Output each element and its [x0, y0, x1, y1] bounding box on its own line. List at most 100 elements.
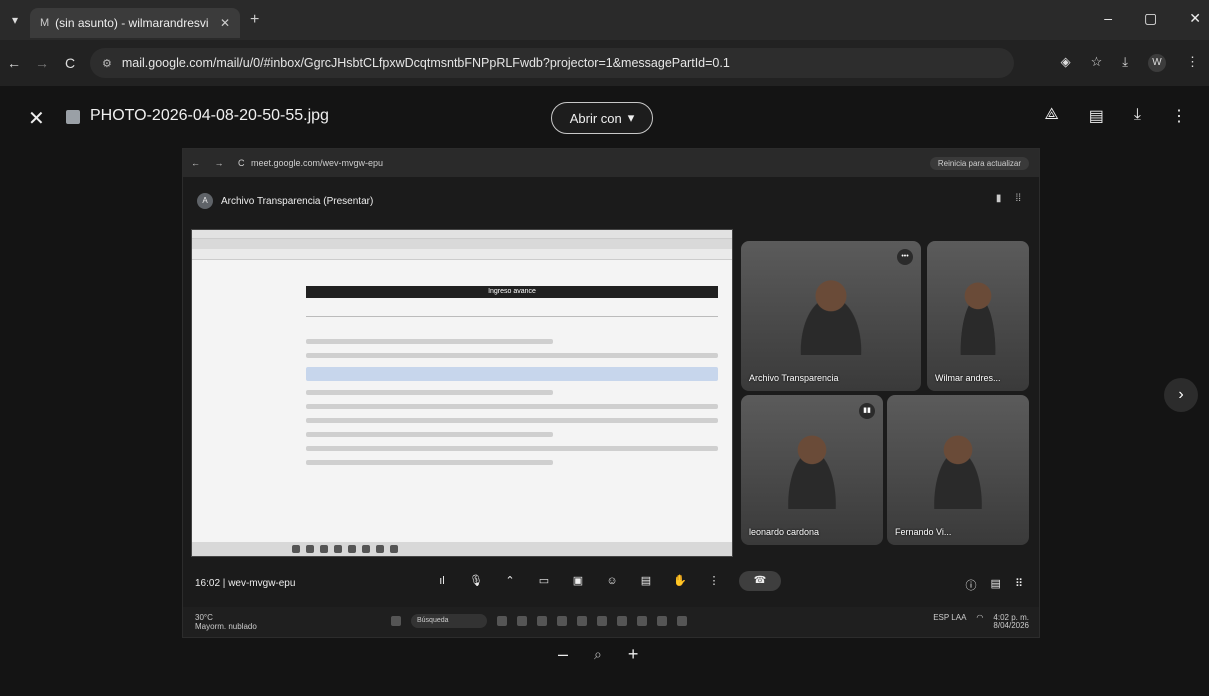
raise-hand-icon: ✋: [673, 575, 687, 587]
camera-icon: ▭: [538, 575, 550, 587]
participant-badge: ▮▮: [859, 403, 875, 419]
taskbar-date: 8/04/2026: [993, 621, 1029, 630]
shared-doc-tabs: [306, 302, 718, 317]
zoom-in-button[interactable]: +: [628, 644, 639, 665]
doc-line: [306, 432, 554, 437]
reload-icon[interactable]: C: [56, 55, 84, 71]
maximize-icon[interactable]: ▢: [1144, 10, 1157, 27]
doc-line: [306, 353, 718, 358]
taskbar-app-icon: [497, 616, 507, 626]
minimize-icon[interactable]: –: [1104, 10, 1112, 27]
weather-widget: 30°C Mayorm. nublado: [195, 613, 257, 631]
participant-video: [784, 268, 878, 355]
participant-name: Fernando Vi...: [895, 527, 952, 537]
photo-nav-icons: ← → C: [191, 158, 251, 168]
weather-temp: 30°C: [195, 613, 213, 622]
meeting-code: wev-mvgw-epu: [228, 578, 296, 589]
address-row: ← → C ⚙ mail.google.com/mail/u/0/#inbox/…: [0, 40, 1209, 86]
pin-icon: ▮: [995, 193, 1002, 204]
viewer-actions: ⟁ ▤ ⤓ ⋮: [1045, 106, 1187, 126]
more-options-icon[interactable]: ⋮: [1171, 106, 1187, 126]
chat-icon: ▤: [990, 578, 1001, 590]
toolbar-actions: ◈ ☆ ⤓ W ⋮: [1061, 54, 1199, 72]
end-call-icon: ☎: [739, 571, 781, 591]
participant-tile: ▮▮ leonardo cardona: [741, 395, 883, 545]
tab-search-icon[interactable]: ▾: [0, 13, 30, 27]
doc-line: [306, 446, 718, 451]
shared-addressbar: [192, 238, 732, 249]
presenter-avatar: A: [197, 193, 213, 209]
camera-options-icon: ⌃: [505, 575, 515, 587]
meet-controls-bar: 16:02 | wev-mvgw-epu ıl 🎙 ⌃ ▭ ▣ ☺ ▤ ✋ ⋮ …: [183, 565, 1039, 605]
profile-avatar[interactable]: W: [1148, 54, 1166, 72]
taskbar-app-icon: [557, 616, 567, 626]
layout-icon: ⁞⁞: [1015, 193, 1021, 204]
back-icon[interactable]: ←: [0, 55, 28, 71]
participant-tile: Fernando Vi...: [887, 395, 1029, 545]
photo-preview: ← → C meet.google.com/wev-mvgw-epu Reini…: [182, 148, 1040, 638]
meet-controls: ıl 🎙 ⌃ ▭ ▣ ☺ ▤ ✋ ⋮ ☎: [433, 571, 781, 591]
doc-line: [306, 390, 554, 395]
download-icon[interactable]: ⤓: [1134, 106, 1141, 126]
close-viewer-icon[interactable]: ✕: [28, 106, 45, 131]
apps-icon: ⠿: [1014, 578, 1023, 590]
url-text: mail.google.com/mail/u/0/#inbox/GgrcJHsb…: [121, 56, 730, 70]
audio-level-icon: ıl: [439, 575, 445, 587]
menu-kebab-icon[interactable]: ⋮: [1186, 54, 1199, 72]
address-bar[interactable]: ⚙ mail.google.com/mail/u/0/#inbox/GgrcJH…: [90, 48, 1014, 78]
new-tab-button[interactable]: +: [250, 11, 259, 29]
windows-start-icon: [391, 616, 401, 626]
taskbar-app-icon: [657, 616, 667, 626]
viewer-toolbar: ✕ PHOTO-2026-04-08-20-50-55.jpg Abrir co…: [0, 86, 1209, 148]
system-tray: ESP LAA ◠ 4:02 p. m. 8/04/2026: [933, 614, 1029, 630]
windows-taskbar: 30°C Mayorm. nublado Búsqueda ESP LAA ◠ …: [183, 607, 1039, 637]
participant-video: [951, 268, 1005, 355]
next-image-button[interactable]: ›: [1164, 378, 1198, 412]
shared-doc-header: Ingreso avance: [306, 286, 718, 298]
print-icon[interactable]: ▤: [1089, 106, 1104, 126]
wifi-icon: ◠: [976, 613, 984, 622]
taskbar-search: Búsqueda: [411, 614, 487, 628]
present-icon: ▣: [572, 575, 584, 587]
bookmark-star-icon[interactable]: ☆: [1091, 54, 1103, 72]
info-icon: ⓘ: [965, 580, 977, 592]
add-to-drive-icon[interactable]: ⟁: [1045, 106, 1059, 126]
participant-tile: Wilmar andres...: [927, 241, 1029, 391]
shared-screen: Ingreso avance: [191, 229, 733, 557]
open-with-label: Abrir con: [569, 110, 622, 126]
doc-highlight: [306, 367, 718, 381]
taskbar-apps: Búsqueda: [391, 614, 687, 628]
file-name: PHOTO-2026-04-08-20-50-55.jpg: [90, 107, 329, 124]
browser-tab[interactable]: M (sin asunto) - wilmarandresvi ✕: [30, 8, 240, 38]
taskbar-app-icon: [537, 616, 547, 626]
tab-strip: ▾ M (sin asunto) - wilmarandresvi ✕ + – …: [0, 0, 1209, 40]
doc-line: [306, 339, 554, 344]
site-info-icon[interactable]: ⚙: [102, 57, 112, 70]
zoom-out-button[interactable]: –: [558, 644, 568, 665]
meet-side-controls: ⓘ ▤ ⠿: [966, 577, 1023, 593]
shared-taskbar: [192, 542, 732, 556]
photo-reload-pill: Reinicia para actualizar: [929, 156, 1029, 170]
close-window-icon[interactable]: ✕: [1189, 10, 1201, 27]
taskbar-app-icon: [577, 616, 587, 626]
photo-browser-bar: ← → C meet.google.com/wev-mvgw-epu Reini…: [183, 149, 1039, 177]
zoom-search-icon[interactable]: ⌕: [594, 646, 602, 663]
taskbar-app-icon: [597, 616, 607, 626]
downloads-icon[interactable]: ⤓: [1122, 54, 1128, 72]
taskbar-app-icon: [617, 616, 627, 626]
shared-doc-content: [306, 330, 718, 474]
forward-icon[interactable]: →: [28, 55, 56, 71]
taskbar-app-icon: [677, 616, 687, 626]
taskbar-app-icon: [517, 616, 527, 626]
window-controls: – ▢ ✕: [1104, 10, 1201, 27]
tab-close-icon[interactable]: ✕: [220, 16, 230, 30]
participant-tile: ••• Archivo Transparencia: [741, 241, 921, 391]
doc-line: [306, 460, 554, 465]
captions-icon: ▤: [640, 575, 652, 587]
meeting-info: 16:02 | wev-mvgw-epu: [195, 578, 296, 589]
meet-presenter-title: A Archivo Transparencia (Presentar): [197, 193, 373, 209]
extension-icon[interactable]: ◈: [1061, 54, 1071, 72]
doc-line: [306, 404, 718, 409]
photo-url: meet.google.com/wev-mvgw-epu: [251, 158, 384, 168]
open-with-button[interactable]: Abrir con ▾: [551, 102, 653, 134]
